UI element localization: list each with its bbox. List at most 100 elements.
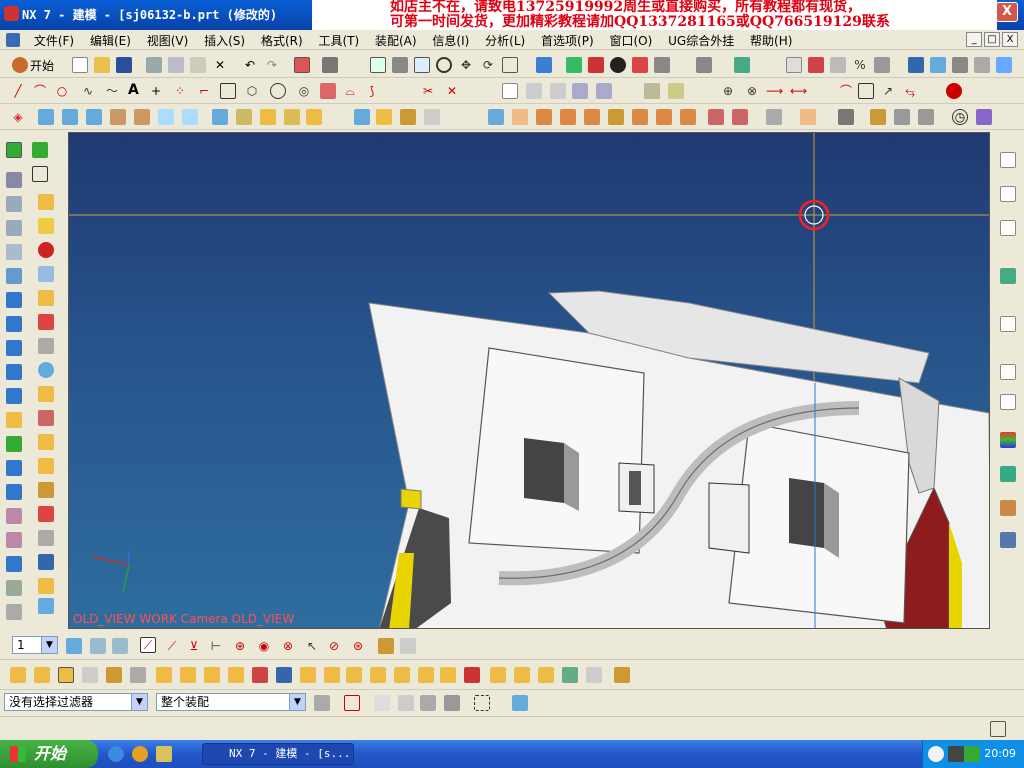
section-surface-icon[interactable]	[38, 554, 54, 570]
touch-mode-icon[interactable]	[322, 57, 338, 73]
point-set-icon[interactable]: ⁘	[172, 83, 188, 99]
history-icon[interactable]	[6, 220, 22, 236]
hide-icon[interactable]	[874, 57, 890, 73]
exploded-view-icon[interactable]	[204, 667, 220, 683]
weld-icon[interactable]	[514, 667, 530, 683]
copy-layer-icon[interactable]	[830, 57, 846, 73]
menu-preferences[interactable]: 首选项(P)	[535, 30, 600, 51]
x-form-icon[interactable]	[38, 530, 54, 546]
replace-component-icon[interactable]	[82, 667, 98, 683]
studio-surface-icon[interactable]	[6, 508, 22, 524]
menu-help[interactable]: 帮助(H)	[744, 30, 798, 51]
rotate-icon[interactable]: ⟳	[480, 57, 496, 73]
menu-info[interactable]: 信息(I)	[426, 30, 475, 51]
menu-insert[interactable]: 插入(S)	[198, 30, 251, 51]
styled-sweep-icon[interactable]	[38, 506, 54, 522]
reference-set-icon[interactable]	[490, 667, 506, 683]
thicken-icon[interactable]	[560, 109, 576, 125]
boss-icon[interactable]	[134, 109, 150, 125]
ellipse-icon[interactable]	[270, 83, 286, 99]
measure-angle-icon[interactable]: ⊗	[744, 83, 760, 99]
thread-icon[interactable]	[38, 410, 54, 426]
line-icon[interactable]: ╱	[10, 83, 26, 99]
circle-icon[interactable]: ○	[54, 83, 70, 99]
cut-icon[interactable]	[146, 57, 162, 73]
zoom-icon[interactable]	[414, 57, 430, 73]
zoom-window-icon[interactable]	[392, 57, 408, 73]
target-point-icon[interactable]	[946, 83, 962, 99]
through-curves-icon[interactable]	[38, 434, 54, 450]
delete-face-icon[interactable]	[708, 109, 724, 125]
cone-icon[interactable]	[38, 266, 54, 282]
roles-tab-icon[interactable]	[1000, 466, 1016, 482]
mirror-assembly-icon[interactable]	[156, 667, 172, 683]
offset-face-icon[interactable]	[536, 109, 552, 125]
sketch-icon[interactable]	[6, 388, 22, 404]
divide-curve-icon[interactable]: ✕	[444, 83, 460, 99]
bridge-curve-icon[interactable]: ⟆	[364, 83, 380, 99]
menu-ug-plugin[interactable]: UG综合外挂	[662, 30, 740, 51]
check-clearance-icon[interactable]	[276, 667, 292, 683]
color-icon[interactable]	[996, 57, 1012, 73]
fastener-icon[interactable]	[538, 667, 554, 683]
fillet-curve-icon[interactable]: ⌐	[196, 83, 212, 99]
block-icon[interactable]	[38, 194, 54, 210]
type-filter-select[interactable]: 没有选择过滤器 ▼	[4, 693, 148, 711]
save-icon[interactable]	[116, 57, 132, 73]
static-wireframe-icon[interactable]	[654, 57, 670, 73]
bounded-plane-icon[interactable]	[38, 458, 54, 474]
sphere-icon[interactable]	[38, 242, 54, 258]
repeat-command-icon[interactable]	[294, 57, 310, 73]
menu-window[interactable]: 窗口(O)	[603, 30, 658, 51]
pad-icon[interactable]	[182, 109, 198, 125]
product-interface-icon[interactable]	[300, 667, 316, 683]
layer-settings-icon[interactable]	[786, 57, 802, 73]
selection-scope-icon[interactable]	[314, 695, 330, 711]
wcs-dynamic-icon[interactable]	[90, 638, 106, 654]
tube-icon[interactable]	[38, 314, 54, 330]
paste-icon[interactable]	[190, 57, 206, 73]
layer-select[interactable]: 1 ▼	[12, 636, 58, 654]
blank-icon[interactable]	[908, 57, 924, 73]
select-body-icon[interactable]	[398, 695, 414, 711]
intersect-icon[interactable]	[260, 109, 276, 125]
datum-csys-icon[interactable]	[870, 109, 886, 125]
process-studio-tab-icon[interactable]	[1000, 432, 1016, 448]
helix-icon[interactable]: ◎	[296, 83, 312, 99]
rectangle-icon[interactable]	[220, 83, 236, 99]
stretch-curve-icon[interactable]: ↗	[880, 83, 896, 99]
soft-blend-icon[interactable]	[38, 578, 54, 594]
show-hide-icon[interactable]: %	[852, 57, 868, 73]
point-icon[interactable]: +	[148, 83, 164, 99]
invert-blanked-icon[interactable]	[930, 57, 946, 73]
part-nav-tab-icon[interactable]	[1000, 220, 1016, 236]
unite-icon[interactable]	[212, 109, 228, 125]
style-blend-icon[interactable]	[6, 604, 22, 620]
offset-surface-icon[interactable]	[6, 436, 22, 452]
snap-options-icon[interactable]	[400, 638, 416, 654]
emboss-icon[interactable]	[6, 412, 22, 428]
hd3d-tab-icon[interactable]	[1000, 500, 1016, 516]
doc-close-button[interactable]: X	[1002, 32, 1018, 47]
magnify-icon[interactable]	[436, 57, 452, 73]
select-solid-icon[interactable]	[512, 695, 528, 711]
existing-point-icon[interactable]: ↖	[304, 638, 320, 654]
assembly-scope-select[interactable]: 整个装配 ▼	[156, 693, 306, 711]
revolve-icon[interactable]	[62, 109, 78, 125]
component-array-icon[interactable]	[58, 667, 74, 683]
arc-icon[interactable]: ⌒	[32, 83, 48, 99]
graphics-window[interactable]: OLD_VIEW WORK Camera OLD_VIEW	[68, 132, 990, 629]
replace-face-icon[interactable]	[656, 109, 672, 125]
edit-curve-icon[interactable]: ⌒	[838, 83, 854, 99]
studio-icon[interactable]	[610, 57, 626, 73]
process-studio-icon[interactable]	[6, 268, 22, 284]
shell-icon[interactable]	[424, 109, 440, 125]
new-component-icon[interactable]	[34, 667, 50, 683]
add-component-icon[interactable]	[10, 667, 26, 683]
snap-icon[interactable]: ◈	[10, 109, 26, 125]
volume-icon[interactable]	[948, 746, 964, 762]
draft-icon[interactable]	[400, 109, 416, 125]
undo-icon[interactable]: ↶	[242, 57, 258, 73]
reuse-library-tab-icon[interactable]	[1000, 268, 1016, 284]
subtract-icon[interactable]	[236, 109, 252, 125]
